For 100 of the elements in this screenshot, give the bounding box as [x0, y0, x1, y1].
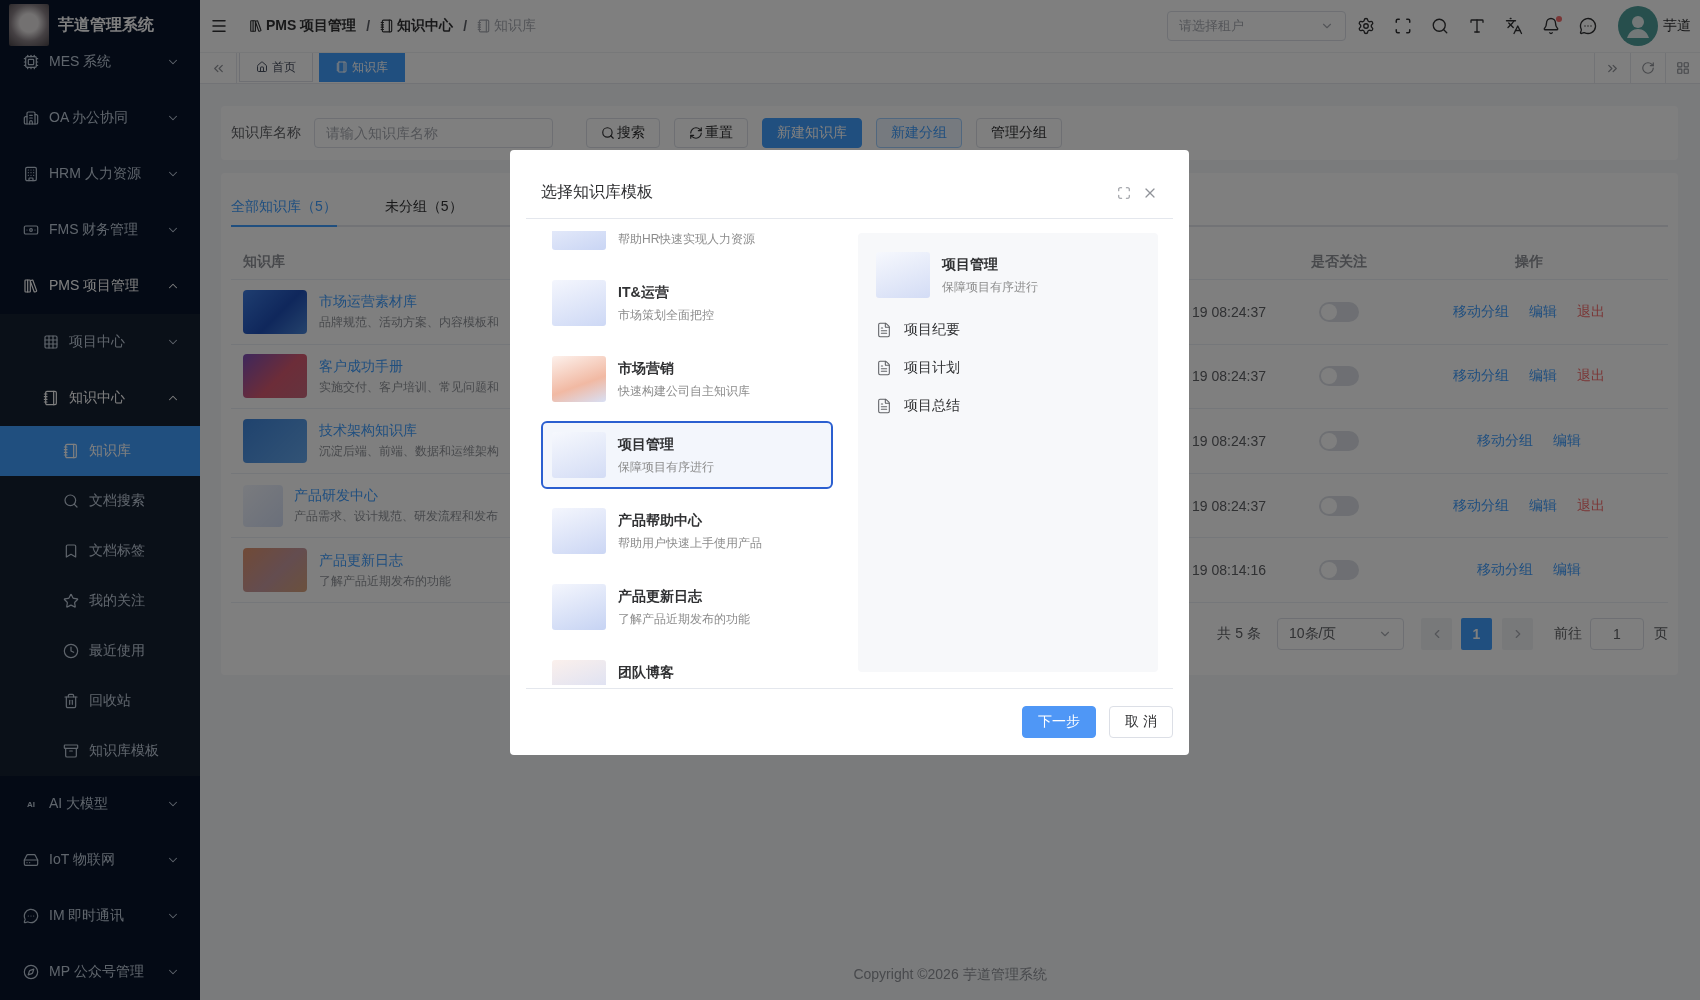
toolbar-button[interactable]: 新建分组 [876, 118, 962, 148]
dialog-button[interactable]: 下一步 [1022, 706, 1097, 738]
table-action-link[interactable]: 移动分组 [1453, 367, 1509, 386]
table-action-link[interactable]: 编辑 [1553, 432, 1581, 450]
sidebar-menu-item[interactable]: 知识库 [0, 426, 200, 476]
sidebar-menu-item[interactable]: 文档搜索 [0, 476, 200, 526]
template-description: 保障项目有序进行 [618, 459, 714, 476]
search-icon[interactable] [1431, 17, 1449, 35]
sidebar-menu-item[interactable]: MES 系统 [0, 50, 200, 90]
notebook-icon [477, 19, 491, 33]
toolbar-button[interactable]: 新建知识库 [762, 118, 862, 148]
page-number-button[interactable]: 1 [1461, 617, 1492, 650]
translate-icon[interactable] [1505, 17, 1523, 35]
template-card[interactable]: 项目管理 保障项目有序进行 [541, 421, 833, 489]
sidebar-menu-item[interactable]: FMS 财务管理 [0, 202, 200, 258]
settings-icon[interactable] [1357, 17, 1375, 35]
sidebar-menu-item[interactable]: 回收站 [0, 676, 200, 726]
template-card[interactable]: 帮助HR快速实现人力资源 [541, 231, 833, 261]
fullscreen-icon[interactable] [1394, 17, 1412, 35]
sidebar-menu-item[interactable]: HRM 人力资源 [0, 146, 200, 202]
page-size-select[interactable]: 10条/页 [1277, 617, 1404, 650]
table-action-link[interactable]: 退出 [1577, 367, 1605, 386]
pagination-total: 共 5 条 [1217, 624, 1261, 643]
preview-title: 项目管理 [942, 255, 999, 274]
font-size-icon[interactable] [1468, 17, 1486, 35]
next-page-button[interactable] [1502, 617, 1533, 650]
breadcrumb-link[interactable]: PMS 项目管理 [249, 17, 357, 35]
logo-image-placeholder [9, 4, 49, 46]
template-description: 市场策划全面把控 [618, 307, 714, 324]
table-action-link[interactable]: 移动分组 [1453, 302, 1509, 321]
chat-bubble-icon[interactable] [1579, 17, 1597, 35]
table-action-link[interactable]: 编辑 [1529, 496, 1557, 515]
cover-image-placeholder [243, 419, 307, 463]
table-action-link[interactable]: 退出 [1577, 302, 1605, 321]
document-title: 项目计划 [904, 359, 960, 377]
template-card[interactable]: 产品更新日志 了解产品近期发布的功能 [541, 573, 833, 641]
template-card[interactable]: 产品帮助中心 帮助用户快速上手使用产品 [541, 497, 833, 565]
illustration-placeholder [552, 584, 606, 630]
toolbar-button[interactable]: 重置 [674, 118, 748, 148]
sidebar-menu-item[interactable]: 我的关注 [0, 576, 200, 626]
fullscreen-icon[interactable] [1117, 185, 1131, 200]
template-description: 帮助用户快速上手使用产品 [618, 535, 762, 552]
template-card[interactable]: IT&运营 市场策划全面把控 [541, 269, 833, 337]
sidebar-menu-item[interactable]: MP 公众号管理 [0, 944, 200, 1000]
sidebar-menu-item[interactable]: 项目中心 [0, 314, 200, 370]
cover-image-placeholder [243, 354, 307, 399]
illustration-placeholder [552, 280, 606, 326]
notebook-icon [380, 19, 395, 33]
tag-tab[interactable]: 知识库 [319, 53, 405, 82]
knowledge-base-title[interactable]: 客户成功手册 [319, 356, 499, 375]
tab[interactable]: 全部知识库（5） [231, 189, 337, 227]
template-card[interactable]: 团队博客 [541, 649, 833, 685]
knowledge-base-title[interactable]: 市场运营素材库 [319, 292, 499, 311]
knowledge-base-title[interactable]: 技术架构知识库 [319, 421, 499, 440]
menu-icon[interactable] [210, 17, 228, 35]
template-description: 快速构建公司自主知识库 [618, 383, 750, 400]
sidebar-menu-item[interactable]: 最近使用 [0, 626, 200, 676]
table-cell-text: 19 08:24:37 [1191, 497, 1267, 514]
previous-page-button[interactable] [1421, 617, 1452, 650]
bell-icon[interactable] [1542, 17, 1560, 35]
table-action-link[interactable]: 编辑 [1529, 367, 1557, 386]
toolbar-button[interactable]: 管理分组 [976, 118, 1062, 148]
illustration-placeholder [876, 252, 930, 298]
sidebar-menu-item[interactable]: AI AI 大模型 [0, 776, 200, 832]
table-cell-text: 19 08:24:37 [1191, 303, 1267, 320]
goto-page-input[interactable]: 1 [1590, 617, 1644, 650]
sidebar-menu-item[interactable]: IoT 物联网 [0, 832, 200, 888]
table-action-link[interactable]: 退出 [1577, 496, 1605, 515]
template-card[interactable]: 市场营销 快速构建公司自主知识库 [541, 345, 833, 413]
template-title: 产品更新日志 [618, 587, 703, 606]
sidebar-menu-item[interactable]: 知识中心 [0, 370, 200, 426]
notebook-icon [43, 390, 59, 406]
building-icon [23, 166, 39, 182]
sidebar-menu-item[interactable]: 文档标签 [0, 526, 200, 576]
cover-image-placeholder [243, 289, 307, 334]
toolbar-button[interactable]: 搜索 [586, 118, 660, 148]
sidebar-menu-item[interactable]: OA 办公协同 [0, 90, 200, 146]
dialog-button[interactable]: 取 消 [1109, 706, 1173, 738]
table-action-link[interactable]: 移动分组 [1477, 561, 1533, 580]
sidebar-menu-item[interactable]: PMS 项目管理 [0, 258, 200, 314]
bookmark-icon [63, 543, 79, 559]
knowledge-base-title[interactable]: 产品研发中心 [294, 486, 498, 505]
table-action-link[interactable]: 编辑 [1529, 302, 1557, 321]
table-action-link[interactable]: 编辑 [1553, 561, 1581, 580]
table-action-link[interactable]: 移动分组 [1453, 496, 1509, 515]
sidebar-menu-item[interactable]: IM 即时通讯 [0, 888, 200, 944]
user-name[interactable]: 芋道 [1663, 17, 1691, 35]
office-building-icon [23, 110, 39, 126]
refresh-icon [689, 126, 703, 140]
trash-icon [63, 693, 79, 709]
archive-icon [63, 743, 79, 759]
knowledge-base-title[interactable]: 产品更新日志 [319, 550, 451, 569]
tag-tab[interactable]: 首页 [239, 53, 313, 82]
table-action-link[interactable]: 移动分组 [1477, 432, 1533, 450]
clock-icon [63, 643, 79, 659]
document-title: 项目纪要 [904, 321, 960, 339]
sidebar-menu-item[interactable]: 知识库模板 [0, 726, 200, 776]
user-avatar[interactable] [1618, 6, 1658, 46]
tab[interactable]: 未分组（5） [384, 189, 463, 227]
breadcrumb-link[interactable]: 知识中心 [380, 17, 454, 35]
